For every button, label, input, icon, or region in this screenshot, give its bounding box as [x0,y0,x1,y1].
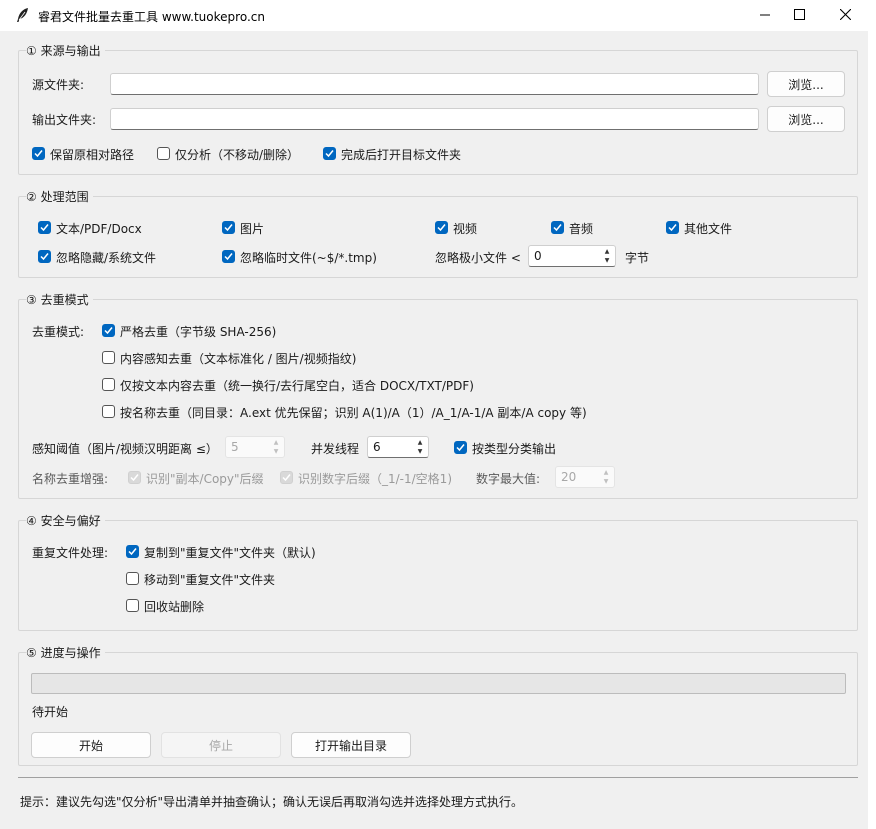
mode-name-checkbox[interactable] [102,405,115,418]
section-title-source: ① 来源与输出 [26,42,105,59]
mode-strict-label: 严格去重（字节级 SHA-256) [120,325,277,339]
max-num-value: 20 [561,470,577,484]
feather-icon [14,6,32,24]
section-title-progress: ⑤ 进度与操作 [26,644,105,661]
type-other-checkbox[interactable] [666,221,679,234]
min-size-unit: 字节 [625,251,650,265]
section-title-safety: ④ 安全与偏好 [26,512,105,529]
keep-path-label: 保留原相对路径 [50,148,135,162]
type-text-label: 文本/PDF/Docx [56,222,142,236]
recycle-dup-checkbox[interactable] [126,599,139,612]
spin-up-icon[interactable]: ▲ [270,438,282,447]
close-icon [839,8,851,23]
minimize-icon [760,9,770,23]
window-title: 睿君文件批量去重工具 www.tuokepro.cn [38,10,265,24]
type-other-label: 其他文件 [684,222,733,236]
type-video-checkbox[interactable] [435,221,448,234]
ignore-hidden-label: 忽略隐藏/系统文件 [56,251,157,265]
recycle-dup-label: 回收站删除 [144,600,205,614]
move-dup-checkbox[interactable] [126,572,139,585]
footer-separator [18,777,858,778]
status-text: 待开始 [32,705,69,719]
spin-down-icon[interactable]: ▼ [600,477,612,486]
min-size-spinbox[interactable]: 0 ▲ ▼ [528,245,616,267]
output-folder-input[interactable] [110,108,759,130]
output-folder-label: 输出文件夹: [32,113,97,127]
maximize-button[interactable] [776,0,822,31]
mode-perceptual-checkbox[interactable] [102,351,115,364]
min-size-value: 0 [534,249,542,263]
min-size-label: 忽略极小文件 < [435,251,521,265]
ignore-temp-checkbox[interactable] [222,250,235,263]
start-button[interactable]: 开始 [31,732,151,758]
mode-name-label: 按名称去重（同目录：A.ext 优先保留；识别 A(1)/A（1）/A_1/A-… [120,406,587,420]
title-bar: 睿君文件批量去重工具 www.tuokepro.cn [0,0,876,31]
mode-text-checkbox[interactable] [102,378,115,391]
threads-spinbox[interactable]: 6 ▲ ▼ [367,436,429,458]
ignore-temp-label: 忽略临时文件(~$/*.tmp) [240,251,377,265]
spin-down-icon[interactable]: ▼ [270,447,282,456]
section-title-mode: ③ 去重模式 [26,291,93,308]
open-after-checkbox[interactable] [323,147,336,160]
mode-perceptual-label: 内容感知去重（文本标准化 / 图片/视频指纹) [120,352,357,366]
copy-suffix-checkbox[interactable] [128,471,141,484]
spin-up-icon[interactable]: ▲ [601,247,613,256]
progress-bar [31,673,846,694]
num-suffix-label: 识别数字后缀（_1/-1/空格1) [298,472,453,486]
spin-down-icon[interactable]: ▼ [414,447,426,456]
mode-label: 去重模式: [32,325,85,339]
analyze-only-checkbox[interactable] [157,147,170,160]
threshold-label: 感知阈值（图片/视频汉明距离 ≤） [32,442,218,456]
max-num-spinbox[interactable]: 20 ▲ ▼ [555,466,615,488]
close-button[interactable] [822,0,868,31]
source-folder-label: 源文件夹: [32,78,85,92]
type-audio-label: 音频 [569,222,594,236]
spin-up-icon[interactable]: ▲ [600,468,612,477]
copy-dup-label: 复制到"重复文件"文件夹（默认) [144,546,316,560]
spin-up-icon[interactable]: ▲ [414,438,426,447]
mode-strict-checkbox[interactable] [102,324,115,337]
mode-text-label: 仅按文本内容去重（统一换行/去行尾空白，适合 DOCX/TXT/PDF) [120,379,474,393]
browse-source-button[interactable]: 浏览... [767,71,845,97]
copy-dup-checkbox[interactable] [126,545,139,558]
type-audio-checkbox[interactable] [551,221,564,234]
type-image-checkbox[interactable] [222,221,235,234]
section-title-scope: ② 处理范围 [26,188,93,205]
by-type-checkbox[interactable] [454,441,467,454]
window-edge [868,31,876,829]
type-video-label: 视频 [453,222,478,236]
spin-down-icon[interactable]: ▼ [601,256,613,265]
threads-value: 6 [373,440,381,454]
type-image-label: 图片 [240,222,265,236]
threads-label: 并发线程 [311,442,360,456]
stop-button[interactable]: 停止 [161,732,281,758]
dup-handling-label: 重复文件处理: [32,546,109,560]
type-text-checkbox[interactable] [38,221,51,234]
open-after-label: 完成后打开目标文件夹 [341,148,462,162]
keep-path-checkbox[interactable] [32,147,45,160]
max-num-label: 数字最大值: [476,472,541,486]
browse-output-button[interactable]: 浏览... [767,106,845,132]
move-dup-label: 移动到"重复文件"文件夹 [144,573,276,587]
threshold-value: 5 [231,440,239,454]
analyze-only-label: 仅分析（不移动/删除） [175,148,300,162]
source-folder-input[interactable] [110,73,759,95]
ignore-hidden-checkbox[interactable] [38,250,51,263]
footer-tip: 提示：建议先勾选"仅分析"导出清单并抽查确认；确认无误后再取消勾选并选择处理方式… [20,795,524,809]
maximize-icon [793,8,805,23]
open-output-button[interactable]: 打开输出目录 [291,732,411,758]
copy-suffix-label: 识别"副本/Copy"后缀 [146,472,264,486]
num-suffix-checkbox[interactable] [280,471,293,484]
threshold-spinbox[interactable]: 5 ▲ ▼ [225,436,285,458]
name-enhance-label: 名称去重增强: [32,472,109,486]
by-type-label: 按类型分类输出 [472,442,557,456]
